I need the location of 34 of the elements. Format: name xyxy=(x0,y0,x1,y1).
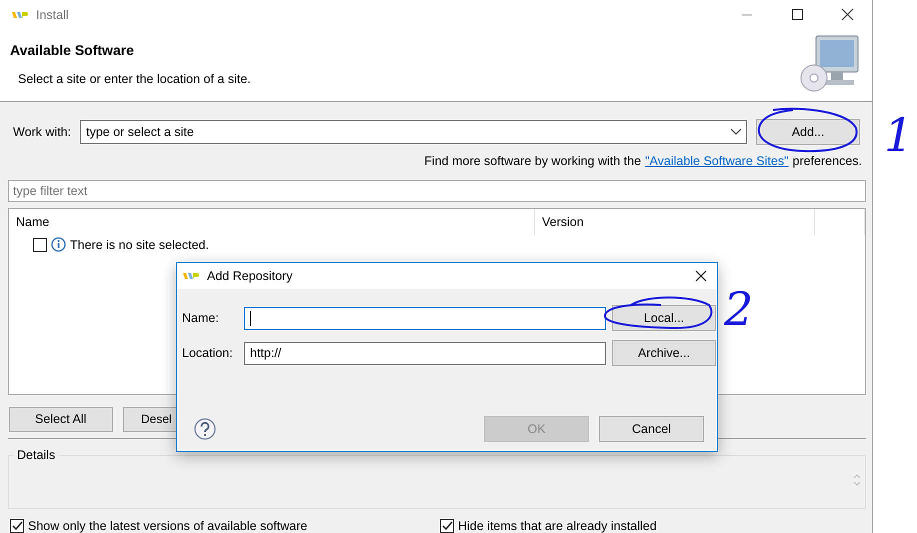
page-subtitle: Select a site or enter the location of a site. xyxy=(17,72,251,86)
field-label: Name: xyxy=(182,311,220,325)
site-combo-box[interactable]: type or select a site xyxy=(80,120,748,144)
more-software-text: Find more software by working with the xyxy=(424,154,642,168)
info-icon xyxy=(51,237,66,252)
annotation-number: 2 xyxy=(724,286,754,332)
page-title: Available Software xyxy=(10,42,135,58)
field-label: Location: xyxy=(182,346,234,360)
available-sites-link[interactable]: "Available Software Sites" xyxy=(645,154,789,168)
app-logo-icon xyxy=(183,272,199,280)
browse-button[interactable]: Archive... xyxy=(612,340,716,366)
cancel-button[interactable]: Cancel xyxy=(599,416,704,442)
annotation-number: 1 xyxy=(884,112,914,158)
select-all-button[interactable]: Select All xyxy=(9,406,113,432)
details-label: Details xyxy=(13,448,60,462)
help-icon[interactable] xyxy=(194,418,216,440)
column-header[interactable]: Name xyxy=(9,209,535,236)
input-field[interactable]: http:// xyxy=(244,342,606,364)
filter-field[interactable]: type filter text xyxy=(8,180,866,202)
column-header[interactable]: Version xyxy=(535,209,815,236)
close-icon[interactable] xyxy=(695,270,707,282)
input-field[interactable] xyxy=(244,306,606,330)
work-with-label: Work with: xyxy=(13,124,72,139)
checkbox[interactable] xyxy=(33,238,47,252)
option-label: Hide items that are already installed xyxy=(458,518,657,533)
option-label: Show only the latest versions of available software xyxy=(28,518,308,533)
preferences-text: preferences. xyxy=(792,154,862,168)
checkbox[interactable] xyxy=(440,518,454,533)
add-button[interactable]: Add... xyxy=(756,118,860,145)
window-title: Install xyxy=(36,8,69,22)
app-logo-icon xyxy=(12,11,28,19)
table-cell: There is no site selected. xyxy=(70,238,209,252)
dialog-title: Add Repository xyxy=(207,269,292,283)
checkbox[interactable] xyxy=(10,518,24,533)
